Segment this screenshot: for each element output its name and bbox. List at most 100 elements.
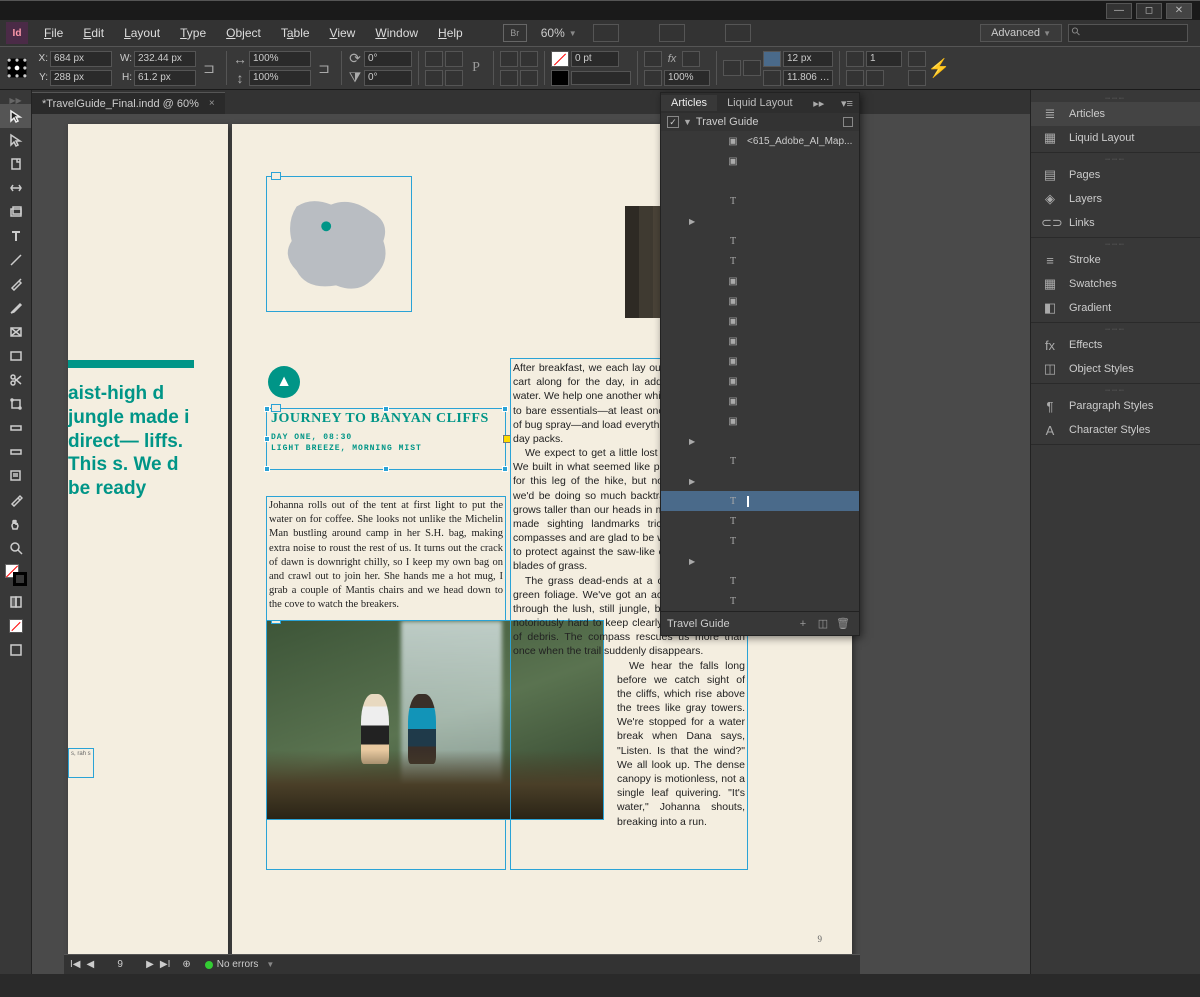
rotate-cw-button[interactable] [445,51,463,67]
article-options-icon[interactable] [843,117,853,127]
article-item[interactable]: ▶ [661,551,859,571]
article-item[interactable]: ▣ [661,391,859,411]
select-next[interactable] [520,70,538,86]
direct-selection-tool[interactable] [0,128,31,152]
scale-y-input[interactable] [249,70,311,86]
wrap-none[interactable] [723,60,741,76]
corner-options[interactable] [682,51,700,67]
rotate-ccw-button[interactable] [425,51,443,67]
menu-layout[interactable]: Layout [114,26,170,40]
stroke-swatch[interactable] [551,70,569,86]
opacity-input[interactable] [664,70,710,86]
article-item[interactable]: ▶ [661,431,859,451]
columns-input[interactable] [866,51,902,67]
articles-panel[interactable]: Articles Liquid Layout ▸▸ ▾≡ ✓ ▼ Travel … [660,92,860,636]
scissors-tool[interactable] [0,368,31,392]
document-tab[interactable]: *TravelGuide_Final.indd @ 60%× [32,92,225,114]
menu-type[interactable]: Type [170,26,216,40]
menu-table[interactable]: Table [271,26,320,40]
tab-close-icon[interactable]: × [209,98,215,109]
panel-articles[interactable]: ≣Articles [1031,102,1200,126]
liquid-layout-tab[interactable]: Liquid Layout [717,95,802,111]
article-item[interactable]: ▣ [661,351,859,371]
article-item[interactable]: T [661,191,859,211]
gap-x[interactable] [783,51,833,67]
page-field[interactable]: 9 [100,959,140,970]
add-to-article-button[interactable]: + [793,618,813,630]
gap-y[interactable] [783,70,833,86]
article-item[interactable]: T [661,231,859,251]
apply-color[interactable] [0,590,31,614]
panel-layers[interactable]: ◈Layers [1031,187,1200,211]
menu-file[interactable]: File [34,26,73,40]
line-tool[interactable] [0,248,31,272]
workspace-switcher[interactable]: Advanced ▼ [980,24,1062,42]
gradient-swatch-tool[interactable] [0,416,31,440]
panel-effects[interactable]: fxEffects [1031,333,1200,357]
pencil-tool[interactable] [0,296,31,320]
x-input[interactable] [50,51,112,67]
article-item[interactable]: ▣ [661,151,859,171]
panel-menu-icon[interactable]: ▾≡ [835,95,859,112]
article-item[interactable]: ▣<615_Adobe_AI_Map... [661,131,859,151]
article-header[interactable]: ✓ ▼ Travel Guide [661,113,859,131]
zoom-tool[interactable] [0,536,31,560]
balance-cols[interactable] [846,70,864,86]
section-icon[interactable]: ▲ [268,366,300,398]
article-item[interactable] [661,171,859,191]
panel-object-styles[interactable]: ◫Object Styles [1031,357,1200,381]
article-item[interactable]: ▶ [661,471,859,491]
articles-tab[interactable]: Articles [661,95,717,111]
align-2[interactable] [908,70,926,86]
map-frame[interactable] [266,176,412,312]
help-search[interactable] [1068,24,1188,42]
menu-help[interactable]: Help [428,26,473,40]
first-page-button[interactable]: I◀ [70,959,80,970]
free-transform-tool[interactable] [0,392,31,416]
delete-article-button[interactable]: 🗑 [833,617,853,630]
w-input[interactable] [134,51,196,67]
article-item[interactable]: T [661,491,859,511]
rotate-input[interactable] [364,51,412,67]
align-1[interactable] [908,51,926,67]
fx-button[interactable] [644,51,662,67]
flip-v-button[interactable] [445,70,463,86]
note-tool[interactable] [0,464,31,488]
article-item[interactable]: ▶ [661,211,859,231]
fit-content[interactable] [763,51,781,67]
page-tool[interactable] [0,152,31,176]
panel-pages[interactable]: ▤Pages [1031,163,1200,187]
select-content[interactable] [520,51,538,67]
constrain-scale[interactable]: ⊐ [313,55,335,81]
para-icon[interactable]: P [465,55,487,81]
bridge-button[interactable]: Br [503,24,527,42]
select-container[interactable] [500,51,518,67]
type-tool[interactable] [0,224,31,248]
article-item[interactable]: ▣ [661,371,859,391]
next-page-button[interactable]: ▶ [146,959,154,970]
rectangle-frame-tool[interactable] [0,320,31,344]
maximize-button[interactable]: ◻ [1136,3,1162,19]
constrain-wh[interactable]: ⊐ [198,55,220,81]
span-cols[interactable] [866,70,884,86]
article-item[interactable]: T [661,591,859,611]
articles-list[interactable]: ▣<615_Adobe_AI_Map...▣T▶TT▣▣▣▣▣▣▣▣▶T▶TTT… [661,131,859,611]
close-button[interactable]: ✕ [1166,3,1192,19]
content-collector-tool[interactable] [0,200,31,224]
pen-tool[interactable] [0,272,31,296]
zoom-level[interactable]: 60% [541,26,565,40]
wrap-bounding[interactable] [743,60,761,76]
article-item[interactable]: ▣ [661,291,859,311]
article-item[interactable]: T [661,571,859,591]
menu-edit[interactable]: Edit [73,26,114,40]
article-item[interactable]: ▣ [661,271,859,291]
article-item[interactable]: T [661,511,859,531]
reference-point[interactable] [6,55,28,81]
view-mode-3[interactable] [725,24,751,42]
menu-object[interactable]: Object [216,26,271,40]
stroke-weight[interactable] [571,51,619,67]
thread-in-port[interactable] [271,404,281,412]
last-page-button[interactable]: ▶I [160,959,170,970]
gradient-feather-tool[interactable] [0,440,31,464]
h-input[interactable] [134,70,196,86]
